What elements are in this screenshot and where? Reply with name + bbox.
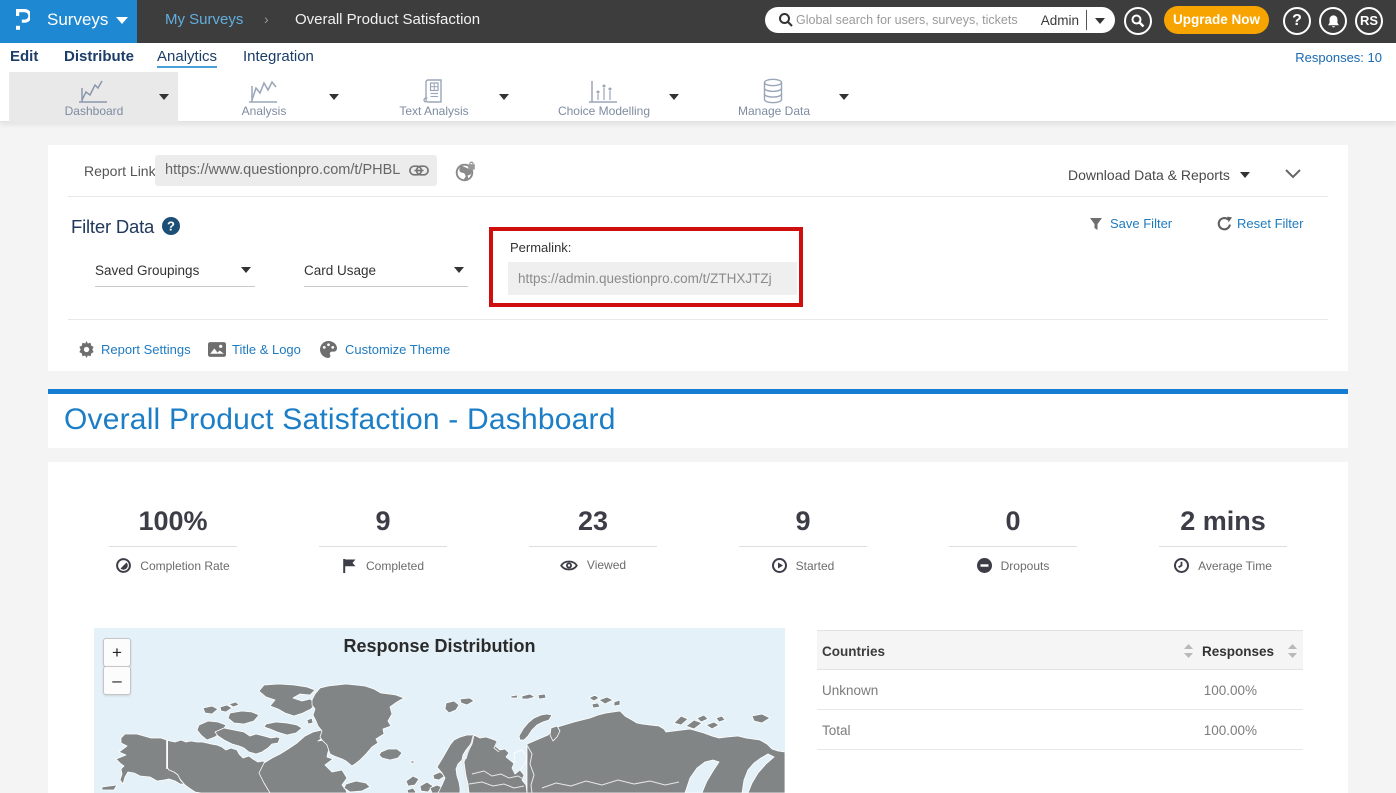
svg-text:?: ?: [167, 219, 175, 234]
